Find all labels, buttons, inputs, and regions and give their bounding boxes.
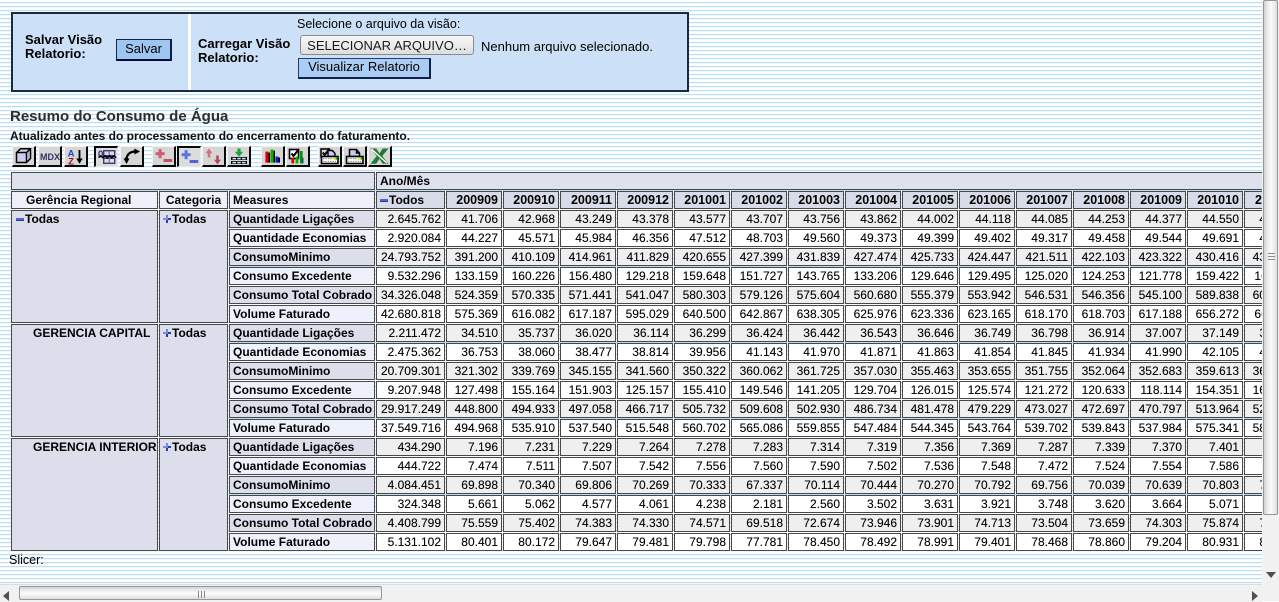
- svg-text:Z: Z: [68, 157, 74, 166]
- svg-text:MDX: MDX: [40, 152, 60, 162]
